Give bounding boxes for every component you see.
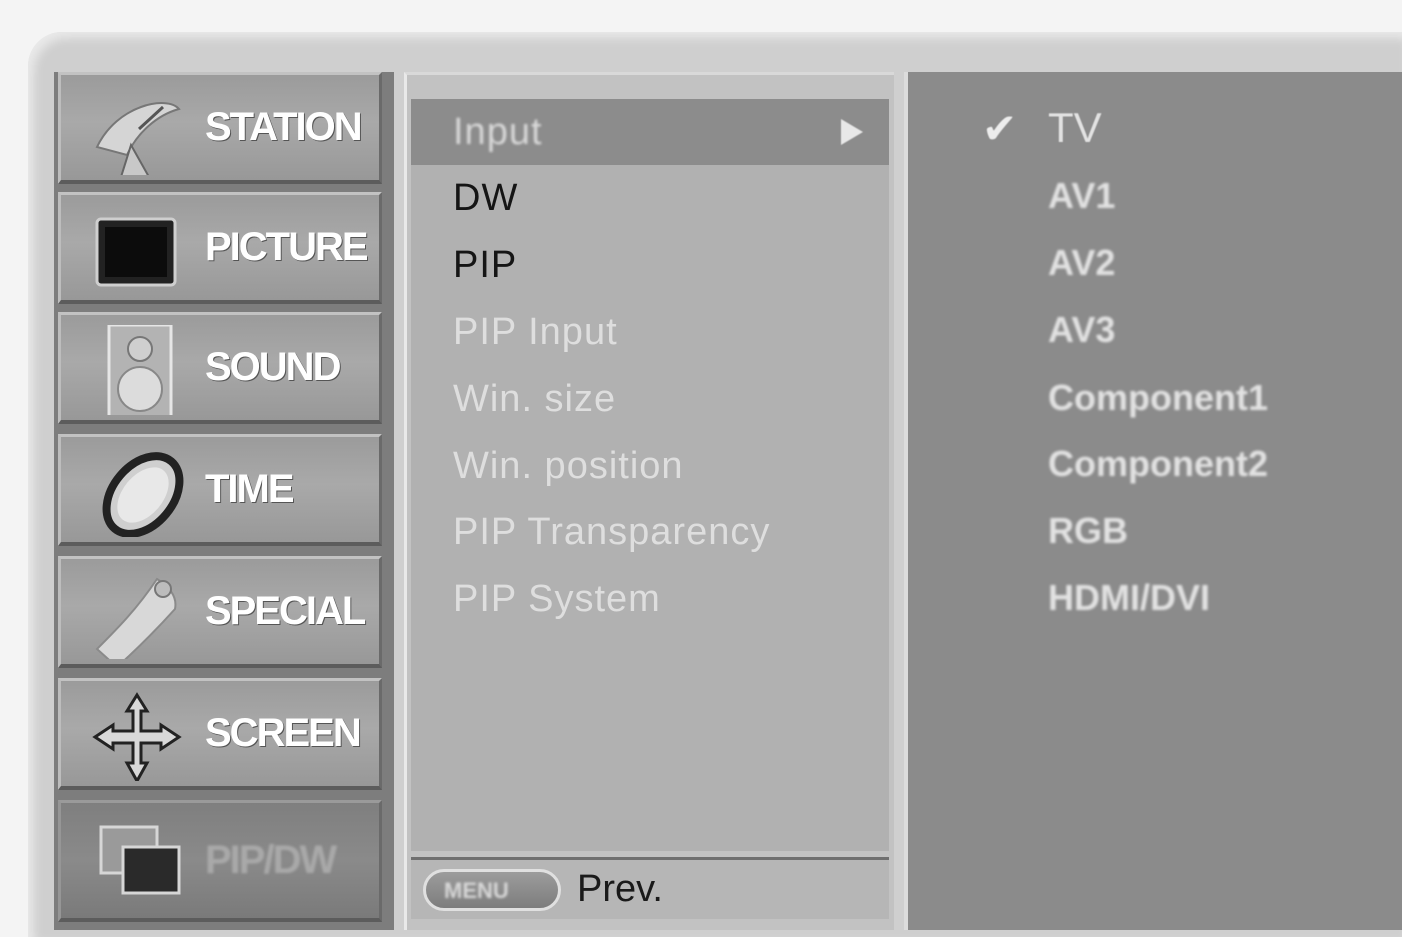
sidebar-item-label: STATION xyxy=(205,105,363,149)
option-label: Component2 xyxy=(1048,443,1268,484)
option-label: Component1 xyxy=(1048,377,1268,418)
menu-item-label: Win. size xyxy=(453,377,617,420)
input-options-panel: ✔ TV AV1 AV2 AV3 Component1 Component2 R… xyxy=(904,72,1402,930)
menu-item-label: PIP Transparency xyxy=(453,510,771,553)
sidebar-item-label: SOUND xyxy=(205,345,341,389)
option-label: HDMI/DVI xyxy=(1048,577,1210,618)
pip-windows-icon xyxy=(99,825,181,895)
sidebar-item-screen[interactable]: SCREEN xyxy=(58,678,382,790)
pip-dw-menu: Input DW PIP PIP Input Win. size Win. po… xyxy=(404,72,894,930)
prev-label: Prev. xyxy=(577,868,663,910)
submenu-arrow-icon xyxy=(841,119,863,145)
clock-icon xyxy=(102,452,184,537)
option-label: AV2 xyxy=(1048,242,1116,283)
option-label: TV xyxy=(1048,104,1102,151)
menu-item-label: DW xyxy=(453,176,519,219)
menu-item-pip[interactable]: PIP xyxy=(411,232,889,298)
menu-item-label: Win. position xyxy=(453,444,684,487)
option-component1[interactable]: Component1 xyxy=(1048,368,1268,428)
sidebar-item-time[interactable]: TIME xyxy=(58,434,382,546)
sidebar-item-sound[interactable]: SOUND xyxy=(58,312,382,424)
menu-item-label: PIP xyxy=(453,243,518,286)
option-label: AV3 xyxy=(1048,309,1116,350)
sidebar-item-label: TIME xyxy=(205,467,295,511)
menu-item-input[interactable]: Input xyxy=(411,99,889,165)
sidebar-item-label: SPECIAL xyxy=(205,589,366,633)
menu-button[interactable]: MENU xyxy=(423,868,561,911)
sidebar-item-label: SCREEN xyxy=(205,711,362,755)
option-hdmi-dvi[interactable]: HDMI/DVI xyxy=(1048,568,1210,628)
menu-item-pip-input: PIP Input xyxy=(411,299,889,365)
menu-item-pip-system: PIP System xyxy=(411,566,889,632)
sidebar-item-pip-dw[interactable]: PIP/DW xyxy=(58,800,382,922)
menu-item-label: Input xyxy=(453,110,543,153)
option-av2[interactable]: AV2 xyxy=(1048,233,1115,293)
sidebar-item-label: PIP/DW xyxy=(205,838,337,882)
menu-item-pip-transparency: PIP Transparency xyxy=(411,499,889,565)
menu-item-win-position: Win. position xyxy=(411,433,889,499)
remote-hand-icon xyxy=(95,577,177,659)
move-arrows-icon xyxy=(92,692,182,781)
menu-item-win-size: Win. size xyxy=(411,366,889,432)
option-component2[interactable]: Component2 xyxy=(1048,434,1268,494)
menu-item-dw[interactable]: DW xyxy=(411,165,889,231)
speaker-icon xyxy=(107,325,173,415)
category-sidebar: STATION PICTURE SOUND TIME SPECIAL SCREE… xyxy=(54,72,394,930)
sidebar-item-label: PICTURE xyxy=(205,225,369,269)
tv-screen-icon xyxy=(95,217,177,287)
checkmark-icon: ✔ xyxy=(982,105,1018,152)
sidebar-item-special[interactable]: SPECIAL xyxy=(58,556,382,668)
menu-button-label: MENU xyxy=(444,877,509,903)
menu-footer: MENU Prev. xyxy=(411,857,889,919)
sidebar-item-picture[interactable]: PICTURE xyxy=(58,192,382,304)
option-av1[interactable]: AV1 xyxy=(1048,166,1115,226)
option-label: AV1 xyxy=(1048,175,1116,216)
option-label: RGB xyxy=(1048,510,1128,551)
satellite-dish-icon xyxy=(95,102,181,175)
menu-list: Input DW PIP PIP Input Win. size Win. po… xyxy=(411,99,889,851)
option-tv[interactable]: TV xyxy=(1048,98,1102,158)
sidebar-item-station[interactable]: STATION xyxy=(58,72,382,184)
menu-item-label: PIP System xyxy=(453,577,661,620)
option-av3[interactable]: AV3 xyxy=(1048,300,1115,360)
option-rgb[interactable]: RGB xyxy=(1048,501,1128,561)
menu-item-label: PIP Input xyxy=(453,310,618,353)
